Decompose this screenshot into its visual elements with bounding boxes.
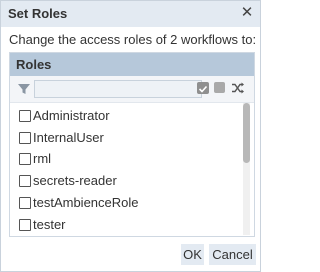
roles-header-label: Roles [16,57,52,72]
filter-input[interactable] [34,80,202,98]
cancel-button[interactable]: Cancel [209,244,256,265]
roles-panel-header: Roles [10,53,254,76]
scrollbar-thumb[interactable] [243,103,250,163]
role-label: secrets-reader [33,173,117,188]
role-checkbox[interactable] [19,175,31,187]
role-item-tester[interactable]: tester [10,214,238,236]
ok-button[interactable]: OK [181,244,204,265]
role-label: testAmbienceRole [33,195,139,210]
dialog-titlebar[interactable]: Set Roles ✕ [1,1,260,27]
filter-row [10,76,254,103]
roles-list: Administrator InternalUser rml secrets-r… [10,103,254,236]
uncheck-all-icon[interactable] [214,82,225,93]
shuffle-icon[interactable] [231,81,245,95]
close-icon[interactable]: ✕ [240,5,254,21]
roles-scrollbar[interactable] [243,103,250,235]
role-item-rml[interactable]: rml [10,148,238,170]
dialog-title: Set Roles [8,6,68,21]
role-checkbox[interactable] [19,197,31,209]
check-all-icon[interactable] [197,82,209,94]
role-item-internaluser[interactable]: InternalUser [10,127,238,149]
role-label: Administrator [33,108,110,123]
roles-panel: Roles Administrator InternalUser rml sec… [9,52,255,237]
role-label: tester [33,217,66,232]
role-item-administrator[interactable]: Administrator [10,105,238,127]
role-label: rml [33,151,52,166]
role-checkbox[interactable] [19,219,31,231]
role-checkbox[interactable] [19,132,31,144]
role-checkbox[interactable] [19,110,31,122]
role-checkbox[interactable] [19,153,31,165]
filter-icon [18,84,30,94]
dialog-message: Change the access roles of 2 workflows t… [9,32,257,47]
role-item-secrets-reader[interactable]: secrets-reader [10,170,238,192]
set-roles-dialog: Set Roles ✕ Change the access roles of 2… [0,0,261,272]
checkmark-icon [198,85,208,93]
role-label: InternalUser [33,130,104,145]
role-item-testambiencerole[interactable]: testAmbienceRole [10,192,238,214]
